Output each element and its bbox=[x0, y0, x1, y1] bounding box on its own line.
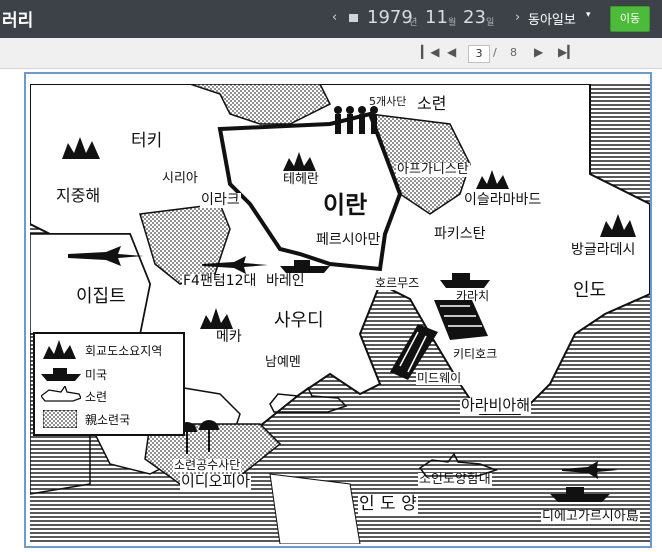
label-syria: 시리아 bbox=[161, 171, 199, 186]
legend-us-icon bbox=[41, 368, 81, 381]
legend-pro-soviet-icon bbox=[43, 410, 77, 428]
next-page-icon[interactable]: ▶ bbox=[534, 45, 543, 59]
label-iraq: 이라크 bbox=[200, 192, 241, 208]
legend-soviet-icon bbox=[41, 386, 81, 402]
newspaper-select[interactable]: 동아일보 bbox=[528, 9, 576, 28]
page-total: 8 bbox=[510, 46, 517, 59]
day-value[interactable]: 23 bbox=[463, 7, 486, 28]
label-ethiopia: 이디오피아 bbox=[180, 472, 252, 490]
soviet-forces-icon bbox=[269, 386, 348, 413]
label-iran: 이란 bbox=[322, 191, 369, 219]
unrest-icon bbox=[62, 137, 100, 159]
soviet-fleet-icon bbox=[418, 452, 498, 477]
next-date-button[interactable]: › bbox=[515, 10, 520, 25]
go-button[interactable]: 이동 bbox=[610, 6, 650, 32]
map-illustration bbox=[30, 84, 650, 544]
label-ussr: 소련 bbox=[416, 94, 448, 113]
label-tehran: 테헤란 bbox=[282, 172, 320, 187]
first-page-icon[interactable]: ▎◀ bbox=[421, 45, 439, 59]
label-f4: F4팬텀12대 bbox=[182, 273, 258, 289]
calendar-icon[interactable] bbox=[349, 14, 358, 22]
last-page-icon[interactable]: ▶▎ bbox=[558, 45, 576, 59]
legend-soviet-label: 소련 bbox=[85, 390, 108, 404]
us-forces-icon bbox=[68, 246, 144, 266]
legend-us-label: 미국 bbox=[85, 368, 108, 382]
label-afghanistan: 아프가니스탄 bbox=[396, 162, 470, 177]
legend-pro-soviet-label: 親소련국 bbox=[85, 413, 131, 427]
month-unit: 월 bbox=[448, 18, 457, 28]
label-indian-ocean: 인 도 양 bbox=[358, 494, 418, 514]
label-south-yemen: 남예멘 bbox=[264, 355, 302, 370]
map-legend: 회교도소요지역 미국 소련 親소련국 bbox=[33, 332, 185, 436]
label-mediterranean: 지중해 bbox=[55, 186, 102, 205]
year-unit: 년 bbox=[409, 18, 418, 28]
app-title: 러리 bbox=[2, 11, 34, 31]
month-value[interactable]: 11 bbox=[425, 7, 448, 28]
chevron-down-icon[interactable]: ▾ bbox=[586, 10, 591, 20]
ocean-label-box bbox=[269, 473, 361, 544]
us-forces-icon bbox=[202, 256, 268, 274]
unrest-icon bbox=[600, 214, 636, 237]
page-navigation-bar: ▎◀ ◀ 3 / 8 ▶ ▶▎ bbox=[0, 38, 662, 69]
us-ship-icon bbox=[550, 487, 610, 502]
label-diego-garcia: 디에고가르시아島 bbox=[541, 509, 640, 524]
kittyhawk-carrier-icon bbox=[434, 300, 488, 340]
label-pakistan: 파키스탄 bbox=[433, 226, 487, 242]
label-mecca: 메카 bbox=[215, 329, 243, 345]
year-value[interactable]: 1979 bbox=[367, 7, 413, 28]
label-islamabad: 이슬라마바드 bbox=[463, 192, 543, 208]
legend-unrest-label: 회교도소요지역 bbox=[85, 344, 163, 358]
page-separator: / bbox=[493, 46, 497, 59]
label-turkey: 터키 bbox=[130, 131, 164, 151]
us-ship-icon bbox=[280, 260, 330, 273]
label-airborne-division: 소련공수사단 bbox=[173, 458, 242, 472]
label-bahrain: 바레인 bbox=[265, 273, 306, 289]
unrest-icon bbox=[283, 152, 316, 171]
prev-page-icon[interactable]: ◀ bbox=[447, 45, 456, 59]
prev-date-button[interactable]: ‹ bbox=[332, 10, 337, 25]
label-hormuz: 호르무즈 bbox=[374, 276, 421, 290]
label-persian-gulf: 페르시아만 bbox=[315, 232, 382, 248]
unrest-icon bbox=[200, 308, 233, 329]
label-saudi: 사우디 bbox=[273, 310, 325, 331]
label-bangladesh: 방글라데시 bbox=[570, 242, 637, 258]
label-egypt: 이집트 bbox=[75, 286, 127, 307]
label-kittyhawk: 키티호크 bbox=[452, 347, 499, 361]
label-india: 인도 bbox=[572, 280, 608, 301]
us-aircraft-icon bbox=[562, 461, 618, 479]
top-bar: 러리 ‹ 1979 년 11 월 23 일 › 동아일보 ▾ 이동 bbox=[0, 0, 662, 38]
legend-unrest-icon bbox=[43, 340, 76, 359]
midway-carrier-icon bbox=[390, 324, 438, 380]
us-ship-icon bbox=[440, 273, 490, 288]
page-number-input[interactable]: 3 bbox=[468, 45, 490, 63]
soldiers-icon bbox=[334, 106, 378, 134]
day-unit: 일 bbox=[486, 18, 495, 28]
label-arabian-sea: 아라비아해 bbox=[460, 396, 532, 414]
unrest-icon bbox=[476, 170, 509, 189]
